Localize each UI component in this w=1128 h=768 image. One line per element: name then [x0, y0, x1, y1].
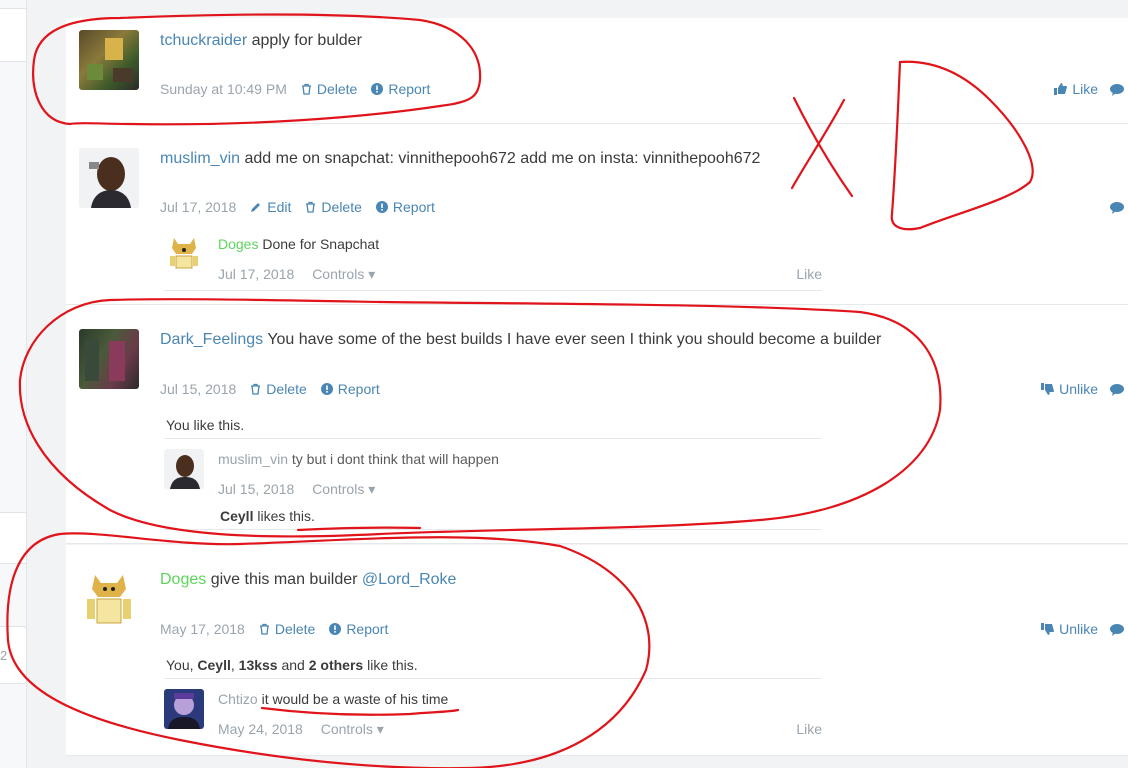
circle-annotation	[18, 298, 942, 538]
annotation-overlay	[6, 13, 1034, 768]
d-annotation	[890, 60, 1034, 231]
circle-annotation	[32, 13, 482, 126]
underline-annotation	[260, 706, 460, 716]
x-annotation	[790, 96, 854, 198]
circle-annotation	[6, 532, 651, 768]
underline-annotation	[296, 526, 422, 532]
